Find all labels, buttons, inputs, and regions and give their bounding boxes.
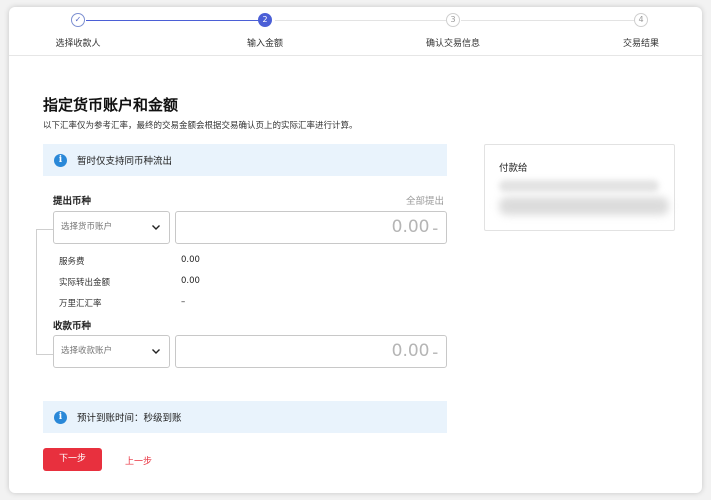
step-3-marker: 3: [446, 13, 460, 27]
currency-notice-text: 暂时仅支持同币种流出: [77, 153, 172, 167]
arrival-time-text: 预计到账时间：秒级到账: [77, 410, 182, 424]
transfer-window: ✓ 选择收款人 2 输入金额 3 确认交易信息 4 交易结果 指定货币账户和金额…: [9, 7, 702, 493]
receive-currency-label: 收款币种: [53, 318, 91, 332]
chevron-down-icon: [151, 346, 161, 356]
receive-amount-value: 0.00: [392, 341, 430, 361]
payee-label: 付款给: [499, 160, 528, 174]
service-fee-label: 服务费: [59, 255, 85, 267]
progress-stepper: ✓ 选择收款人 2 输入金额 3 确认交易信息 4 交易结果: [9, 7, 702, 56]
info-icon: i: [54, 154, 67, 167]
exchange-rate-label: 万里汇汇率: [59, 297, 102, 309]
currency-notice: i 暂时仅支持同币种流出: [43, 144, 447, 176]
actual-out-amount-label: 实际转出金额: [59, 276, 110, 288]
step-3-label: 确认交易信息: [393, 36, 513, 49]
payee-card: 付款给: [484, 144, 675, 231]
step-4-marker: 4: [634, 13, 648, 27]
previous-step-button[interactable]: 上一步: [125, 454, 152, 467]
withdraw-account-placeholder: 选择货币账户: [61, 222, 112, 232]
withdraw-amount-input[interactable]: 0.00–: [175, 211, 447, 244]
step-connector-done: [86, 20, 262, 21]
info-icon: i: [54, 411, 67, 424]
page-title: 指定货币账户和金额: [43, 94, 178, 115]
actual-out-amount-value: 0.00: [181, 276, 200, 286]
next-step-button[interactable]: 下一步: [43, 448, 102, 471]
step-2-label: 输入金额: [205, 36, 325, 49]
service-fee-value: 0.00: [181, 255, 200, 265]
step-2-marker: 2: [258, 13, 272, 27]
withdraw-amount-value: 0.00: [392, 217, 430, 237]
receive-currency-dash: –: [433, 346, 439, 359]
chevron-down-icon: [151, 222, 161, 232]
withdraw-currency-label: 提出币种: [53, 193, 91, 207]
receive-account-select[interactable]: 选择收款账户: [53, 335, 170, 368]
withdraw-account-select[interactable]: 选择货币账户: [53, 211, 170, 244]
step-4-label: 交易结果: [581, 36, 701, 49]
arrival-time-notice: i 预计到账时间：秒级到账: [43, 401, 447, 433]
step-connector: [461, 20, 641, 21]
step-1-check-icon: ✓: [71, 13, 85, 27]
withdraw-all-link[interactable]: 全部提出: [406, 193, 444, 207]
payee-details-redacted: [499, 197, 669, 215]
receive-amount-input[interactable]: 0.00–: [175, 335, 447, 368]
page-subtitle: 以下汇率仅为参考汇率，最终的交易金额会根据交易确认页上的实际汇率进行计算。: [43, 119, 358, 131]
conversion-bracket: [36, 229, 53, 355]
payee-details-redacted: [499, 180, 659, 192]
step-connector: [275, 20, 453, 21]
exchange-rate-value: –: [181, 297, 185, 307]
receive-account-placeholder: 选择收款账户: [61, 346, 112, 356]
step-1-label: 选择收款人: [18, 36, 138, 49]
withdraw-currency-dash: –: [433, 222, 439, 235]
